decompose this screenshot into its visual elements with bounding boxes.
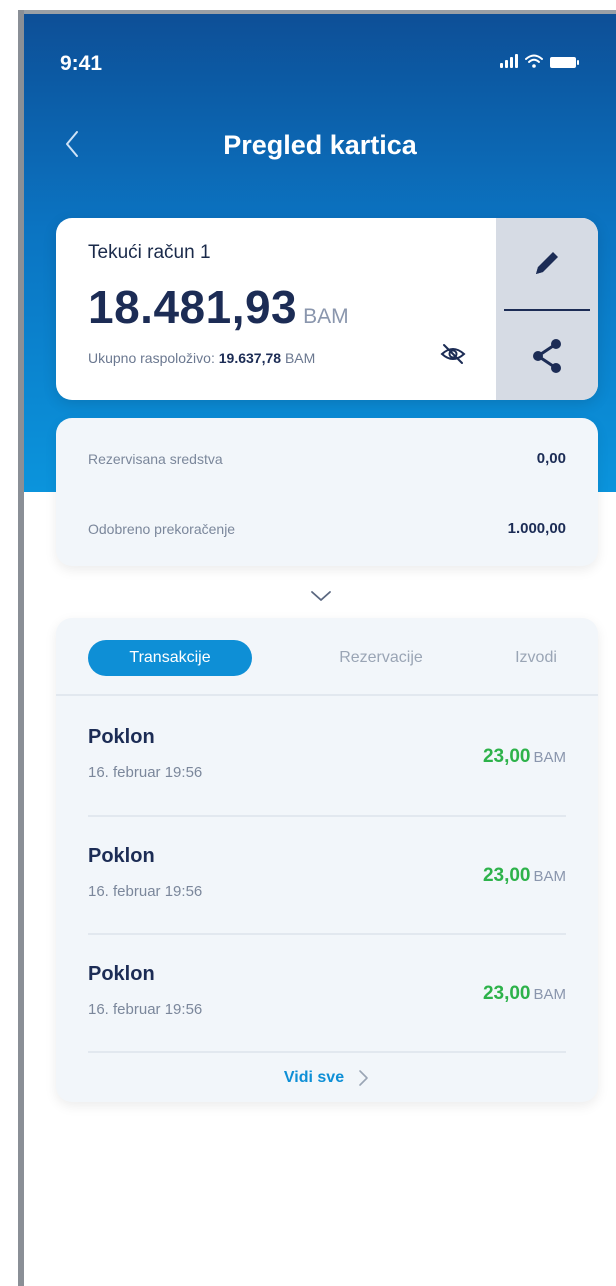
edit-button[interactable] (496, 218, 598, 308)
transaction-amount: 23,00 BAM (483, 983, 566, 1005)
transaction-amount: 23,00 BAM (483, 865, 566, 887)
card-actions (496, 218, 598, 400)
amount-value: 23,00 (482, 746, 531, 767)
transaction-item[interactable]: Poklon 16. februar 19:56 23,00 BAM (88, 698, 566, 816)
pencil-icon (536, 252, 558, 274)
status-icons (500, 54, 579, 68)
transaction-amount: 23,00 BAM (483, 746, 566, 768)
balance-currency: BAM (303, 305, 349, 328)
available-currency: BAM (284, 350, 316, 366)
battery-icon (550, 57, 579, 68)
page-title: Pregled kartica (223, 130, 417, 160)
amount-currency: BAM (533, 986, 566, 1003)
transaction-name: Poklon (88, 726, 155, 748)
detail-value: 1.000,00 (507, 520, 566, 537)
available-balance: Ukupno raspoloživo: 19.637,78 BAM (88, 350, 315, 366)
detail-label: Odobreno prekoračenje (88, 520, 236, 537)
wifi-icon (525, 54, 543, 68)
see-all-link[interactable]: Vidi sve (56, 1068, 598, 1088)
account-details: Rezervisana sredstva 0,00 Odobreno preko… (56, 418, 598, 566)
transaction-item[interactable]: Poklon 16. februar 19:56 23,00 BAM (88, 817, 566, 935)
amount-currency: BAM (533, 749, 566, 766)
eye-off-icon[interactable] (439, 340, 467, 368)
transaction-date: 16. februar 19:56 (88, 883, 203, 900)
account-balance: 18.481,93 BAM (88, 280, 349, 334)
tab-rezervacije[interactable]: Rezervacije (316, 640, 446, 676)
transactions-panel: Transakcije Rezervacije Izvodi Poklon 16… (56, 618, 598, 1102)
share-button[interactable] (496, 311, 598, 400)
amount-value: 23,00 (482, 865, 531, 886)
share-icon (533, 338, 561, 373)
divider (88, 1051, 566, 1053)
amount-currency: BAM (533, 868, 566, 885)
transaction-name: Poklon (88, 963, 155, 985)
account-card: Tekući račun 1 18.481,93 BAM Ukupno raspo… (56, 218, 598, 400)
detail-value: 0,00 (536, 450, 566, 467)
tab-transakcije[interactable]: Transakcije (88, 640, 252, 676)
balance-value: 18.481,93 (88, 281, 298, 333)
see-all-label: Vidi sve (283, 1069, 345, 1086)
available-label: Ukupno raspoloživo: (88, 350, 215, 366)
account-name: Tekući račun 1 (88, 242, 211, 263)
transaction-date: 16. februar 19:56 (88, 764, 203, 781)
chevron-down-icon[interactable] (309, 588, 333, 604)
chevron-right-icon (359, 1070, 368, 1086)
available-value: 19.637,78 (218, 350, 282, 366)
transaction-date: 16. februar 19:56 (88, 1001, 203, 1018)
transaction-item[interactable]: Poklon 16. februar 19:56 23,00 BAM (88, 935, 566, 1053)
app-screen: 9:41 Pregled kartica Tekući račun 1 18.4… (24, 14, 616, 1286)
tab-bar: Transakcije Rezervacije Izvodi (56, 618, 598, 696)
transaction-name: Poklon (88, 845, 155, 867)
detail-row-overdraft: Odobreno prekoračenje 1.000,00 (88, 520, 566, 537)
detail-row-reserved: Rezervisana sredstva 0,00 (88, 450, 566, 467)
detail-label: Rezervisana sredstva (88, 450, 223, 467)
signal-icon (500, 54, 518, 68)
tab-izvodi[interactable]: Izvodi (496, 640, 576, 676)
status-time: 9:41 (60, 52, 103, 75)
amount-value: 23,00 (482, 983, 531, 1004)
